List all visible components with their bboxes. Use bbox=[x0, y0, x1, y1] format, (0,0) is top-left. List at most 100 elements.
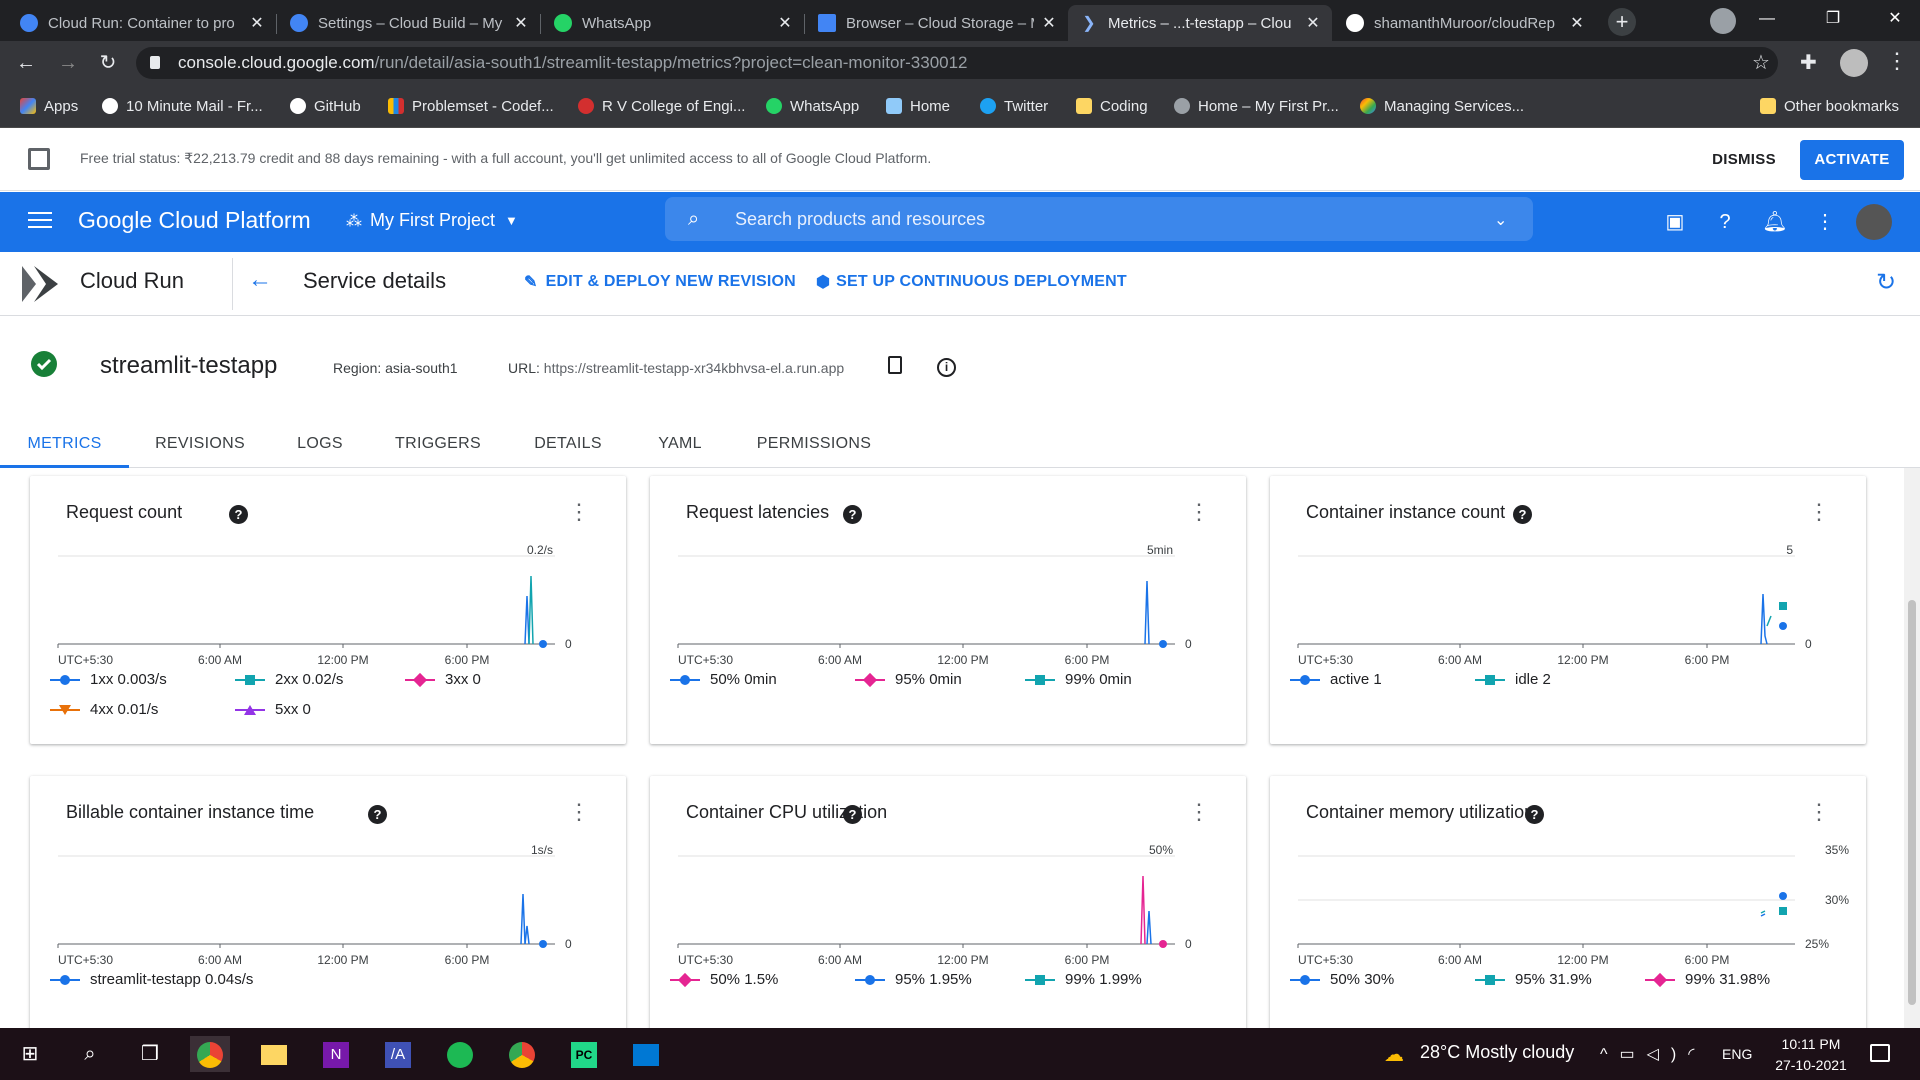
scrollbar-thumb[interactable] bbox=[1908, 600, 1916, 1005]
bookmark-rvce[interactable]: R V College of Engi... bbox=[578, 96, 745, 116]
close-tab-icon[interactable]: ✕ bbox=[512, 13, 530, 33]
bookmark-coding[interactable]: Coding bbox=[1076, 96, 1148, 116]
info-icon[interactable]: i bbox=[937, 358, 956, 377]
chrome-taskbar-icon[interactable] bbox=[190, 1036, 230, 1072]
tab-logs[interactable]: LOGS bbox=[280, 420, 360, 468]
refresh-icon[interactable]: ↻ bbox=[1876, 268, 1896, 297]
search-input[interactable]: Search products and resources bbox=[665, 197, 1533, 241]
bookmark-whatsapp[interactable]: WhatsApp bbox=[766, 96, 859, 116]
bookmark-managing-services[interactable]: Managing Services... bbox=[1360, 96, 1524, 116]
chevron-down-icon[interactable]: ⌄ bbox=[1494, 210, 1507, 230]
legend-item[interactable]: 95% 31.9% bbox=[1475, 971, 1592, 988]
project-dots-icon: ⁂ bbox=[346, 212, 362, 230]
bookmark-twitter[interactable]: Twitter bbox=[980, 96, 1048, 116]
maximize-icon[interactable]: ❐ bbox=[1810, 0, 1856, 41]
bookmark-apps[interactable]: Apps bbox=[20, 96, 78, 116]
notification-center-icon[interactable] bbox=[1870, 1044, 1890, 1062]
pycharm-icon[interactable]: PC bbox=[564, 1036, 604, 1072]
browser-tab[interactable]: Cloud Run: Container to pro ✕ bbox=[8, 5, 277, 41]
tab-triggers[interactable]: TRIGGERS bbox=[390, 420, 486, 468]
chrome-alt-taskbar-icon[interactable] bbox=[502, 1036, 542, 1072]
gcp-brand[interactable]: Google Cloud Platform bbox=[78, 207, 311, 234]
weather-cloud-icon[interactable]: ☁ bbox=[1384, 1042, 1404, 1067]
browser-tab[interactable]: shamanthMuroor/cloudRep ✕ bbox=[1334, 5, 1596, 41]
legend-item[interactable]: 95% 0min bbox=[855, 671, 962, 688]
close-tab-icon[interactable]: ✕ bbox=[776, 13, 794, 33]
back-arrow-icon[interactable]: ← bbox=[248, 266, 272, 294]
edit-deploy-button[interactable]: ✎ EDIT & DEPLOY NEW REVISION bbox=[524, 272, 796, 292]
legend-item[interactable]: 99% 1.99% bbox=[1025, 971, 1142, 988]
vscode-icon[interactable]: /A bbox=[378, 1036, 418, 1072]
close-tab-icon[interactable]: ✕ bbox=[1568, 13, 1586, 33]
spotify-icon[interactable] bbox=[440, 1036, 480, 1072]
close-window-icon[interactable]: ✕ bbox=[1872, 0, 1918, 41]
browser-menu-icon[interactable]: ⋮ bbox=[1886, 48, 1908, 74]
legend-item[interactable]: 3xx 0 bbox=[405, 671, 481, 688]
legend-item[interactable]: 50% 30% bbox=[1290, 971, 1394, 988]
tab-revisions[interactable]: REVISIONS bbox=[140, 420, 260, 468]
tab-permissions[interactable]: PERMISSIONS bbox=[746, 420, 882, 468]
close-tab-icon[interactable]: ✕ bbox=[248, 13, 266, 33]
extensions-icon[interactable]: ✚ bbox=[1800, 50, 1817, 75]
tab-metrics[interactable]: METRICS bbox=[0, 420, 129, 468]
bookmark-star-icon[interactable]: ☆ bbox=[1752, 50, 1770, 75]
forward-icon[interactable]: → bbox=[54, 49, 82, 77]
close-tab-icon[interactable]: ✕ bbox=[1040, 13, 1058, 33]
project-selector[interactable]: ⁂ My First Project ▼ bbox=[346, 210, 518, 231]
legend-item[interactable]: 5xx 0 bbox=[235, 701, 311, 718]
browser-tab[interactable]: WhatsApp ✕ bbox=[542, 5, 805, 41]
new-tab-button[interactable]: + bbox=[1608, 8, 1636, 36]
legend-item[interactable]: 50% 1.5% bbox=[670, 971, 778, 988]
tab-details[interactable]: DETAILS bbox=[520, 420, 616, 468]
system-tray-icons[interactable]: ^▭◁)◜ bbox=[1600, 1044, 1706, 1064]
legend-item[interactable]: 50% 0min bbox=[670, 671, 777, 688]
user-avatar[interactable] bbox=[1856, 204, 1892, 240]
profile-avatar[interactable] bbox=[1840, 49, 1868, 77]
bookmark-home[interactable]: Home bbox=[886, 96, 950, 116]
dismiss-button[interactable]: DISMISS bbox=[1694, 142, 1794, 178]
cloud-shell-icon[interactable]: ▣ bbox=[1662, 209, 1688, 235]
minimize-icon[interactable]: — bbox=[1744, 0, 1790, 41]
notifications-bell-icon[interactable]: 🔔︎ bbox=[1762, 209, 1788, 235]
more-vert-icon[interactable]: ⋮ bbox=[1812, 209, 1838, 235]
weather-text[interactable]: 28°C Mostly cloudy bbox=[1420, 1042, 1574, 1063]
reload-icon[interactable]: ↻ bbox=[94, 49, 122, 77]
legend-item[interactable]: 1xx 0.003/s bbox=[50, 671, 167, 688]
task-view-icon[interactable]: ❒ bbox=[130, 1036, 170, 1072]
address-bar[interactable]: console.cloud.google.com/run/detail/asia… bbox=[136, 47, 1778, 79]
legend-item[interactable]: 2xx 0.02/s bbox=[235, 671, 343, 688]
back-icon[interactable]: ← bbox=[12, 49, 40, 77]
tab-search-icon[interactable] bbox=[1710, 8, 1736, 34]
copy-icon[interactable] bbox=[888, 356, 902, 374]
search-icon[interactable]: ⌕ bbox=[70, 1036, 110, 1072]
legend-item[interactable]: idle 2 bbox=[1475, 671, 1551, 688]
browser-tab-active[interactable]: ❯ Metrics – ...t-testapp – Clou ✕ bbox=[1068, 5, 1332, 41]
tab-yaml[interactable]: YAML bbox=[640, 420, 720, 468]
clock[interactable]: 10:11 PM 27-10-2021 bbox=[1766, 1034, 1856, 1076]
close-tab-icon[interactable]: ✕ bbox=[1304, 13, 1322, 33]
legend-item[interactable]: active 1 bbox=[1290, 671, 1382, 688]
browser-tab[interactable]: Browser – Cloud Storage – M ✕ bbox=[806, 5, 1068, 41]
bookmark-github[interactable]: GitHub bbox=[290, 96, 361, 116]
help-icon[interactable]: ? bbox=[1712, 209, 1738, 235]
hamburger-menu-icon[interactable] bbox=[28, 212, 52, 230]
windows-start-icon[interactable]: ⊞ bbox=[10, 1036, 50, 1072]
onenote-icon[interactable]: N bbox=[316, 1036, 356, 1072]
url-link[interactable]: https://streamlit-testapp-xr34kbhvsa-el.… bbox=[544, 360, 844, 376]
file-explorer-icon[interactable] bbox=[254, 1036, 294, 1072]
legend-item[interactable]: 99% 0min bbox=[1025, 671, 1132, 688]
bookmark-home-project[interactable]: Home – My First Pr... bbox=[1174, 96, 1339, 116]
photos-icon[interactable] bbox=[626, 1036, 666, 1072]
bookmark-other[interactable]: Other bookmarks bbox=[1760, 96, 1899, 116]
legend-item[interactable]: streamlit-testapp 0.04s/s bbox=[50, 971, 253, 988]
legend-item[interactable]: 4xx 0.01/s bbox=[50, 701, 158, 718]
legend-item[interactable]: 99% 31.98% bbox=[1645, 971, 1770, 988]
bookmark-codeforces[interactable]: Problemset - Codef... bbox=[388, 96, 554, 116]
continuous-deployment-button[interactable]: ⬢ SET UP CONTINUOUS DEPLOYMENT bbox=[816, 272, 1127, 292]
bookmark-10minutemail[interactable]: 10 Minute Mail - Fr... bbox=[102, 96, 263, 116]
legend-item[interactable]: 95% 1.95% bbox=[855, 971, 972, 988]
browser-tab[interactable]: Settings – Cloud Build – My ✕ bbox=[278, 5, 541, 41]
language-indicator[interactable]: ENG bbox=[1722, 1046, 1752, 1062]
activate-button[interactable]: ACTIVATE bbox=[1800, 140, 1904, 180]
lock-icon[interactable] bbox=[150, 56, 160, 69]
